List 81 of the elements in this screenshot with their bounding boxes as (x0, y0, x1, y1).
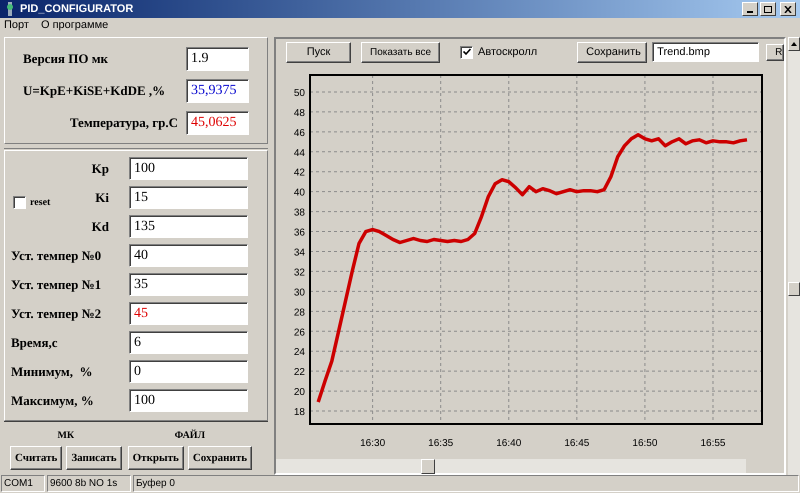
input-field[interactable]: 1.9 (186, 46, 250, 70)
input-field[interactable]: Trend.bmp (652, 42, 760, 62)
field-label: U=KpE+KiSE+KdDE ,% (23, 82, 166, 100)
checkbox-label: Автоскролл (478, 45, 538, 60)
button[interactable]: Сохранить (188, 446, 252, 470)
maximize-button[interactable] (760, 2, 776, 16)
status-bar-cell: COM1 (1, 475, 45, 492)
button[interactable]: Сохранить (577, 42, 648, 63)
x-tick-label: 16:50 (632, 438, 658, 449)
button[interactable]: Пуск (286, 42, 352, 63)
input-field[interactable]: 15 (129, 186, 248, 209)
y-tick-label: 30 (294, 287, 306, 298)
scroll-up-button[interactable] (788, 37, 800, 51)
y-tick-label: 26 (294, 326, 306, 338)
checkbox[interactable] (460, 46, 474, 59)
close-icon (784, 6, 792, 12)
y-tick-label: 50 (294, 88, 306, 99)
input-field[interactable]: 40 (129, 244, 248, 267)
field-label: Уст. темпер №0 (11, 246, 102, 265)
y-tick-label: 28 (294, 307, 306, 318)
scroll-thumb[interactable] (421, 458, 436, 474)
y-tick-label: 24 (294, 346, 306, 358)
y-tick-label: 38 (294, 207, 306, 218)
field-label: Минимум, % (11, 362, 93, 381)
menu-item[interactable]: Порт (4, 17, 29, 34)
field-label: Уст. темпер №1 (11, 276, 102, 294)
button[interactable]: Показать все (361, 42, 440, 63)
x-tick-label: 16:35 (428, 438, 454, 449)
menu-item[interactable]: О программе (40, 17, 108, 34)
field-label: Версия ПО мк (23, 50, 108, 68)
status-bar-cell: 9600 8b NO 1s (47, 475, 131, 492)
input-field[interactable]: 45 (129, 302, 248, 325)
y-tick-label: 22 (294, 366, 306, 378)
input-field[interactable]: 35 (129, 273, 248, 296)
maximize-icon (764, 6, 772, 12)
y-tick-label: 20 (294, 386, 306, 398)
y-tick-label: 48 (294, 108, 306, 119)
field-label: Kp (92, 160, 109, 178)
y-tick-label: 46 (294, 128, 306, 139)
check-icon (462, 48, 471, 56)
x-tick-label: 16:30 (360, 438, 386, 449)
group-title: ФАЙЛ (174, 428, 206, 443)
field-label: Максимум, % (11, 392, 94, 410)
input-field[interactable]: 100 (129, 389, 248, 412)
field-label: Kd (92, 218, 109, 236)
field-label: Температура, гр.С (70, 114, 178, 132)
button[interactable]: R (766, 44, 784, 61)
input-field[interactable]: 6 (129, 331, 248, 354)
field-label: Уст. темпер №2 (11, 304, 102, 323)
horizontal-scrollbar[interactable] (276, 458, 746, 473)
checkbox-label: reset (30, 196, 50, 210)
button[interactable]: Считать (10, 446, 62, 470)
input-field[interactable]: 100 (129, 157, 248, 180)
y-tick-label: 40 (294, 187, 306, 198)
x-tick-label: 16:45 (564, 438, 590, 449)
status-bar-cell: Буфер 0 (133, 475, 799, 492)
x-tick-label: 16:55 (700, 438, 726, 449)
input-field[interactable]: 45,0625 (186, 110, 250, 134)
field-label: Время,с (11, 334, 58, 352)
window-title: PID_CONFIGURATOR (20, 2, 134, 17)
x-tick-label: 16:40 (496, 438, 522, 449)
y-tick-label: 18 (294, 406, 306, 418)
button[interactable]: Записать (66, 446, 122, 470)
scroll-thumb[interactable] (788, 282, 800, 296)
minimize-button[interactable] (742, 2, 758, 16)
vertical-scrollbar[interactable] (788, 37, 800, 475)
input-field[interactable]: 35,9375 (186, 78, 250, 102)
y-tick-label: 44 (294, 147, 306, 158)
y-tick-label: 36 (294, 227, 306, 238)
y-tick-label: 42 (294, 167, 306, 178)
input-field[interactable]: 0 (129, 360, 248, 383)
app-icon (4, 2, 16, 16)
y-tick-label: 32 (294, 267, 306, 278)
button[interactable]: Открыть (128, 446, 184, 470)
y-tick-label: 34 (294, 247, 306, 258)
field-label: Ki (95, 188, 109, 207)
checkbox[interactable] (13, 196, 26, 209)
up-arrow-icon (791, 42, 798, 46)
close-button[interactable] (780, 2, 796, 16)
input-field[interactable]: 135 (129, 215, 248, 238)
group-title: МК (57, 429, 74, 443)
